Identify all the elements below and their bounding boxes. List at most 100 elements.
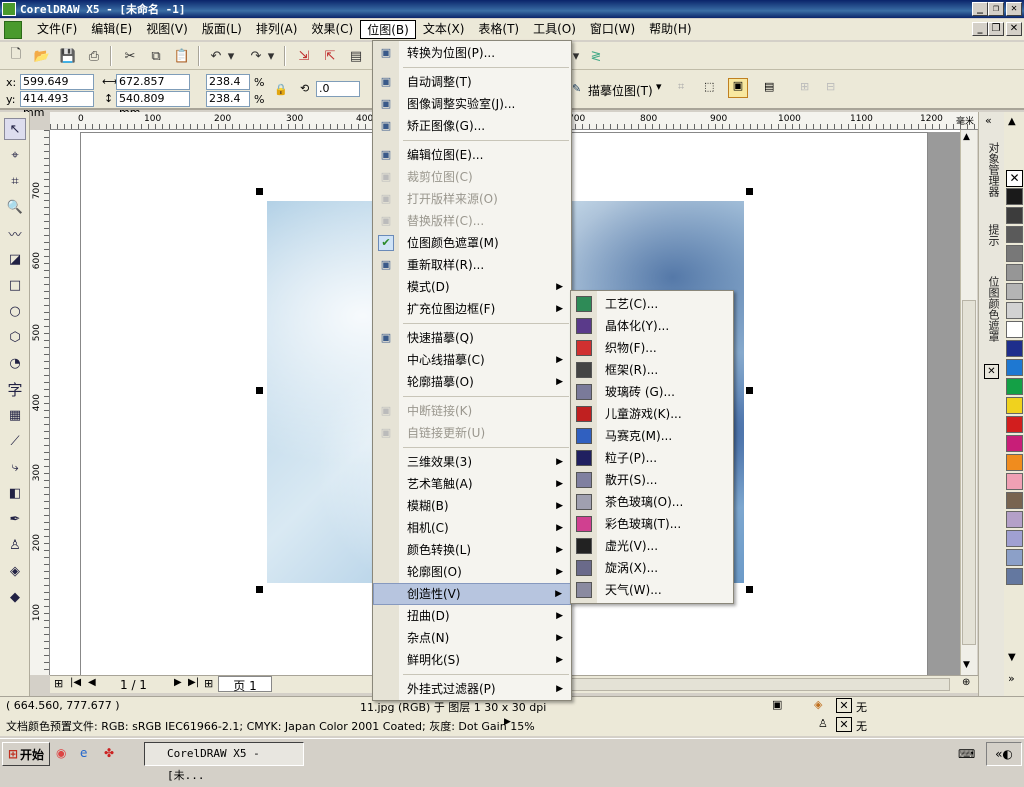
menu-edit[interactable]: 编辑(E) bbox=[84, 20, 139, 39]
bitmap-menu-item[interactable]: 颜色转换(L) ▶ bbox=[373, 539, 571, 561]
trace-bitmap-button[interactable]: 描摹位图(T) bbox=[588, 82, 653, 99]
text-tool-icon[interactable]: 字 bbox=[4, 378, 26, 400]
bitmap-menu-item[interactable]: 三维效果(3) ▶ bbox=[373, 451, 571, 473]
docker-close-icon[interactable]: ✕ bbox=[984, 364, 999, 379]
redo-dropdown-icon[interactable]: ▾ bbox=[266, 46, 276, 66]
menu-tools[interactable]: 工具(O) bbox=[526, 20, 583, 39]
width-field[interactable]: 672.857 mm bbox=[116, 74, 190, 102]
lock-ratio-icon[interactable]: 🔒 bbox=[274, 83, 288, 96]
snap-icon[interactable]: ≷ bbox=[586, 46, 606, 66]
profile-arrow-icon[interactable]: ▶ bbox=[504, 717, 511, 727]
docker-collapse-icon[interactable]: « bbox=[985, 114, 992, 127]
shape-tool-icon[interactable]: ⌖ bbox=[4, 144, 26, 166]
palette-swatch[interactable] bbox=[1006, 511, 1023, 528]
add-page-icon[interactable]: ⊞ bbox=[54, 677, 63, 690]
palette-swatch[interactable] bbox=[1006, 568, 1023, 585]
bitmap-menu-item[interactable]: 轮廓图(O) ▶ bbox=[373, 561, 571, 583]
new-icon[interactable]: 🗋 bbox=[6, 46, 26, 66]
rotation-field[interactable]: .0 bbox=[316, 81, 360, 97]
palette-swatch[interactable] bbox=[1006, 378, 1023, 395]
menu-view[interactable]: 视图(V) bbox=[139, 20, 195, 39]
menu-window[interactable]: 窗口(W) bbox=[583, 20, 642, 39]
bitmap-menu-item[interactable]: 扭曲(D) ▶ bbox=[373, 605, 571, 627]
palette-swatch[interactable] bbox=[1006, 207, 1023, 224]
menu-file[interactable]: 文件(F) bbox=[30, 20, 84, 39]
creative-menu-item[interactable]: 儿童游戏(K)... bbox=[571, 403, 733, 425]
palette-swatch[interactable] bbox=[1006, 283, 1023, 300]
palette-swatch[interactable] bbox=[1006, 226, 1023, 243]
dimension-tool-icon[interactable]: ⟋ bbox=[4, 430, 26, 452]
start-button[interactable]: ⊞ 开始 bbox=[2, 742, 50, 766]
app-quicklaunch-icon[interactable]: ✤ bbox=[104, 746, 114, 760]
creative-menu-item[interactable]: 茶色玻璃(O)... bbox=[571, 491, 733, 513]
doc-close-button[interactable]: ✕ bbox=[1006, 22, 1022, 36]
palette-swatch[interactable] bbox=[1006, 359, 1023, 376]
height-field[interactable]: 540.809 mm bbox=[116, 91, 190, 119]
crop-bitmap-icon[interactable]: ⌗ bbox=[678, 80, 684, 94]
bitmap-menu-item[interactable]: 相机(C) ▶ bbox=[373, 517, 571, 539]
creative-menu-item[interactable]: 天气(W)... bbox=[571, 579, 733, 601]
page-tab[interactable]: 页 1 bbox=[218, 676, 272, 693]
selection-handle[interactable] bbox=[746, 586, 753, 593]
creative-menu-item[interactable]: 工艺(C)... bbox=[571, 293, 733, 315]
interactive-fill-icon[interactable]: ◆ bbox=[4, 586, 26, 608]
creative-menu-item[interactable]: 晶体化(Y)... bbox=[571, 315, 733, 337]
prev-page-icon[interactable]: ◀ bbox=[88, 677, 96, 688]
doc-restore-button[interactable]: ❐ bbox=[988, 22, 1004, 36]
maximize-button[interactable]: ❐ bbox=[988, 2, 1004, 16]
bitmap-menu-item[interactable]: 轮廓描摹(O) ▶ bbox=[373, 371, 571, 393]
to-back-icon[interactable]: ⊟ bbox=[826, 80, 835, 93]
tray-expand-icon[interactable]: «◐ bbox=[986, 742, 1022, 766]
palette-swatch[interactable] bbox=[1006, 454, 1023, 471]
ellipse-tool-icon[interactable]: ○ bbox=[4, 300, 26, 322]
vertical-scroll-thumb[interactable] bbox=[962, 300, 976, 645]
scroll-up-icon[interactable]: ▲ bbox=[963, 132, 970, 142]
vertical-scrollbar[interactable]: ▲ ▼ bbox=[960, 130, 977, 675]
undo-dropdown-icon[interactable]: ▾ bbox=[226, 46, 236, 66]
fill-none-swatch[interactable]: ✕ bbox=[836, 698, 852, 713]
palette-swatch[interactable] bbox=[1006, 245, 1023, 262]
import-icon[interactable]: ⇲ bbox=[294, 46, 314, 66]
bitmap-menu-item[interactable]: 模式(D) ▶ bbox=[373, 276, 571, 298]
bitmap-menu-item[interactable]: 创造性(V) ▶ bbox=[373, 583, 571, 605]
creative-menu-item[interactable]: 框架(R)... bbox=[571, 359, 733, 381]
publish-icon[interactable]: ▤ bbox=[346, 46, 366, 66]
export-icon[interactable]: ⇱ bbox=[320, 46, 340, 66]
print-icon[interactable]: ⎙ bbox=[84, 46, 104, 66]
redo-icon[interactable]: ↷ bbox=[246, 46, 266, 66]
selection-handle[interactable] bbox=[746, 387, 753, 394]
next-page-icon[interactable]: ▶ bbox=[174, 677, 182, 688]
doc-minimize-button[interactable]: _ bbox=[972, 22, 988, 36]
creative-menu-item[interactable]: 粒子(P)... bbox=[571, 447, 733, 469]
keyboard-tray-icon[interactable]: ⌨ bbox=[958, 747, 975, 761]
object-manager-tab[interactable]: 对象管理器 bbox=[983, 142, 1001, 197]
selection-handle[interactable] bbox=[746, 188, 753, 195]
palette-swatch[interactable] bbox=[1006, 473, 1023, 490]
bitmap-menu-item[interactable]: ▣ 转换为位图(P)... bbox=[373, 42, 571, 64]
fill-tool-icon[interactable]: ◈ bbox=[4, 560, 26, 582]
scroll-down-icon[interactable]: ▼ bbox=[963, 660, 970, 670]
hints-tab[interactable]: 提示 bbox=[983, 224, 1001, 246]
ie-quicklaunch-icon[interactable]: e bbox=[80, 746, 87, 760]
creative-menu-item[interactable]: 旋涡(X)... bbox=[571, 557, 733, 579]
bitmap-menu-item[interactable]: 模糊(B) ▶ bbox=[373, 495, 571, 517]
chrome-quicklaunch-icon[interactable]: ◉ bbox=[56, 746, 66, 760]
polygon-tool-icon[interactable]: ⬡ bbox=[4, 326, 26, 348]
x-position-field[interactable]: 599.649 mm bbox=[20, 74, 94, 102]
bitmap-menu-item[interactable]: ▣ 矫正图像(G)... bbox=[373, 115, 571, 137]
palette-scroll-up-icon[interactable]: ▲ bbox=[1008, 116, 1016, 127]
scale-x-field[interactable]: 238.4 bbox=[206, 74, 250, 90]
color-profile-info[interactable]: 文档颜色预置文件: RGB: sRGB IEC61966-2.1; CMYK: … bbox=[6, 718, 535, 734]
bitmap-menu-item[interactable]: ▣ 自动调整(T) bbox=[373, 71, 571, 93]
add-page-end-icon[interactable]: ⊞ bbox=[204, 677, 213, 690]
bitmap-menu-item[interactable]: ▣ 编辑位图(E)... bbox=[373, 144, 571, 166]
palette-swatch[interactable] bbox=[1006, 397, 1023, 414]
menu-arrange[interactable]: 排列(A) bbox=[249, 20, 305, 39]
close-button[interactable]: ✕ bbox=[1006, 2, 1022, 16]
save-icon[interactable]: 💾 bbox=[58, 46, 78, 66]
menu-effects[interactable]: 效果(C) bbox=[304, 20, 360, 39]
menu-text[interactable]: 文本(X) bbox=[416, 20, 472, 39]
palette-swatch[interactable] bbox=[1006, 264, 1023, 281]
creative-menu-item[interactable]: 散开(S)... bbox=[571, 469, 733, 491]
wrap-text-icon[interactable]: ▤ bbox=[764, 80, 774, 93]
